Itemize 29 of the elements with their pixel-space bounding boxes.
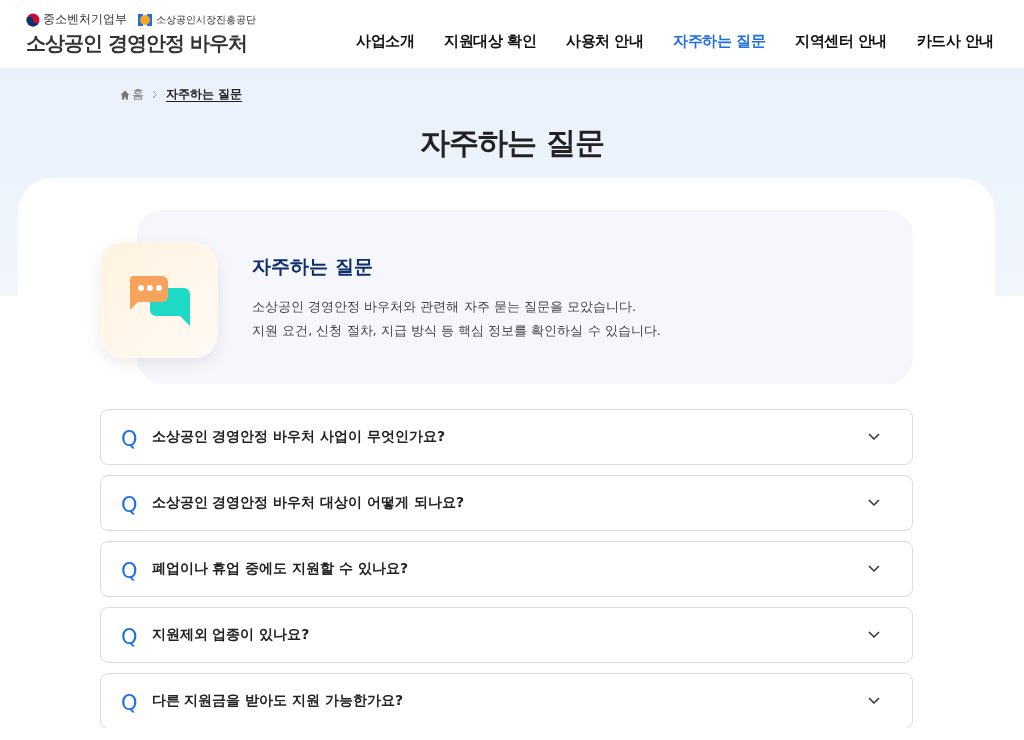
home-link[interactable]: 홈 bbox=[120, 86, 144, 103]
nav-link[interactable]: 카드사 안내 bbox=[916, 31, 994, 51]
nav-link[interactable]: 지역센터 안내 bbox=[795, 31, 887, 51]
intro-text: 소상공인 경영안정 바우처와 관련해 자주 묻는 질문을 모았습니다. bbox=[252, 298, 638, 316]
faq-item[interactable]: Q 다른 지원금을 받아도 지원 가능한가요? bbox=[100, 673, 913, 728]
breadcrumb-current[interactable]: 자주하는 질문 bbox=[166, 86, 243, 103]
agency-logo-icon bbox=[137, 12, 153, 27]
intro-text: 지원 요건, 신청 절차, 지급 방식 등 핵심 정보를 확인하실 수 있습니다. bbox=[252, 322, 661, 340]
faq-item[interactable]: Q 지원제외 업종이 있나요? bbox=[100, 607, 913, 663]
intro-title: 자주하는 질문 bbox=[252, 254, 374, 279]
chevron-down-icon bbox=[868, 433, 880, 441]
nav-link[interactable]: 사용처 안내 bbox=[566, 31, 644, 51]
faq-item[interactable]: Q 소상공인 경영안정 바우처 대상이 어떻게 되나요? bbox=[100, 475, 913, 531]
agency-name: 소상공인시장진흥공단 bbox=[137, 12, 256, 27]
chevron-right-icon bbox=[152, 90, 158, 99]
site-title[interactable]: 소상공인 경영안정 바우처 bbox=[26, 30, 256, 57]
ministry-name: 중소벤처기업부 bbox=[26, 11, 127, 28]
nav-link[interactable]: 사업소개 bbox=[356, 31, 415, 51]
faq-item[interactable]: Q 소상공인 경영안정 바우처 사업이 무엇인가요? bbox=[100, 409, 913, 465]
faq-item[interactable]: Q 폐업이나 휴업 중에도 지원할 수 있나요? bbox=[100, 541, 913, 597]
nav-link[interactable]: 지원대상 확인 bbox=[444, 31, 537, 51]
chevron-down-icon bbox=[868, 565, 880, 573]
home-icon bbox=[120, 89, 130, 100]
taegeuk-icon bbox=[26, 12, 40, 27]
chevron-down-icon bbox=[868, 697, 880, 705]
page-title: 자주하는 질문 bbox=[419, 124, 605, 162]
nav-link[interactable]: 자주하는 질문 bbox=[673, 31, 766, 51]
chevron-down-icon bbox=[868, 499, 880, 507]
chevron-down-icon bbox=[868, 631, 880, 639]
